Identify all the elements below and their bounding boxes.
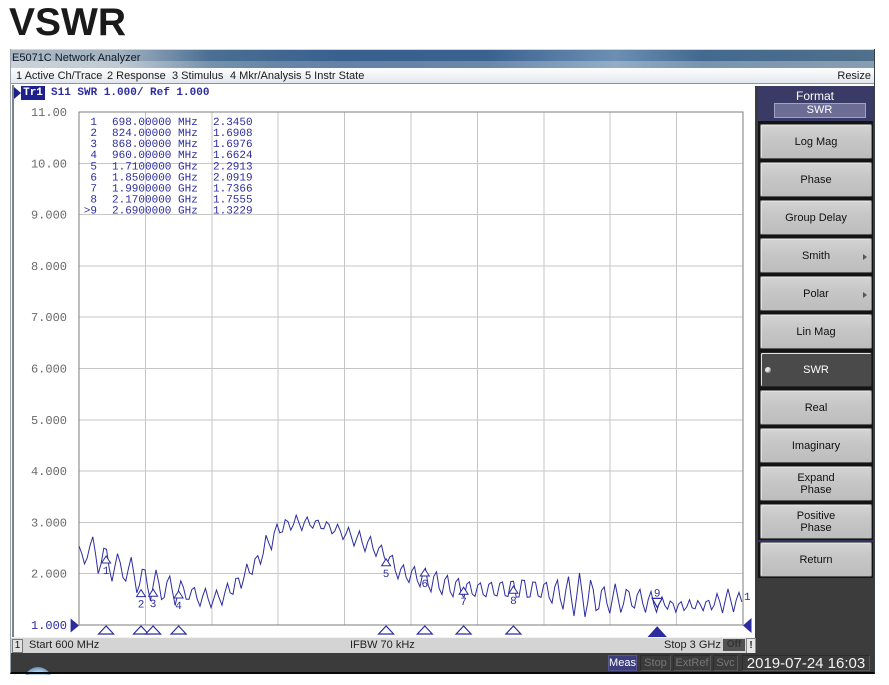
svg-text:3.000: 3.000 [31,516,67,530]
svg-text:>9: >9 [84,206,97,218]
svg-text:10.00: 10.00 [31,157,67,171]
svg-text:1: 1 [744,592,751,604]
svg-text:9.000: 9.000 [31,209,67,223]
svg-text:8.000: 8.000 [31,260,67,274]
svg-text:1.000: 1.000 [31,619,67,633]
svg-text:2.000: 2.000 [31,568,67,582]
svg-text:8: 8 [510,596,517,608]
svg-text:1: 1 [103,566,110,578]
svg-text:11.00: 11.00 [31,106,67,120]
svg-text:6: 6 [421,579,428,591]
svg-text:2.6900000 GHz: 2.6900000 GHz [112,206,198,218]
svg-text:6.000: 6.000 [31,363,67,377]
svg-text:4.000: 4.000 [31,465,67,479]
svg-text:5.000: 5.000 [31,414,67,428]
svg-text:5: 5 [383,569,390,581]
svg-text:4: 4 [175,601,182,613]
svg-text:1.3229: 1.3229 [213,206,253,218]
svg-text:9: 9 [654,588,661,600]
svg-text:7: 7 [460,597,467,609]
svg-text:3: 3 [150,599,157,611]
svg-text:7.000: 7.000 [31,311,67,325]
svg-text:2: 2 [138,600,145,612]
